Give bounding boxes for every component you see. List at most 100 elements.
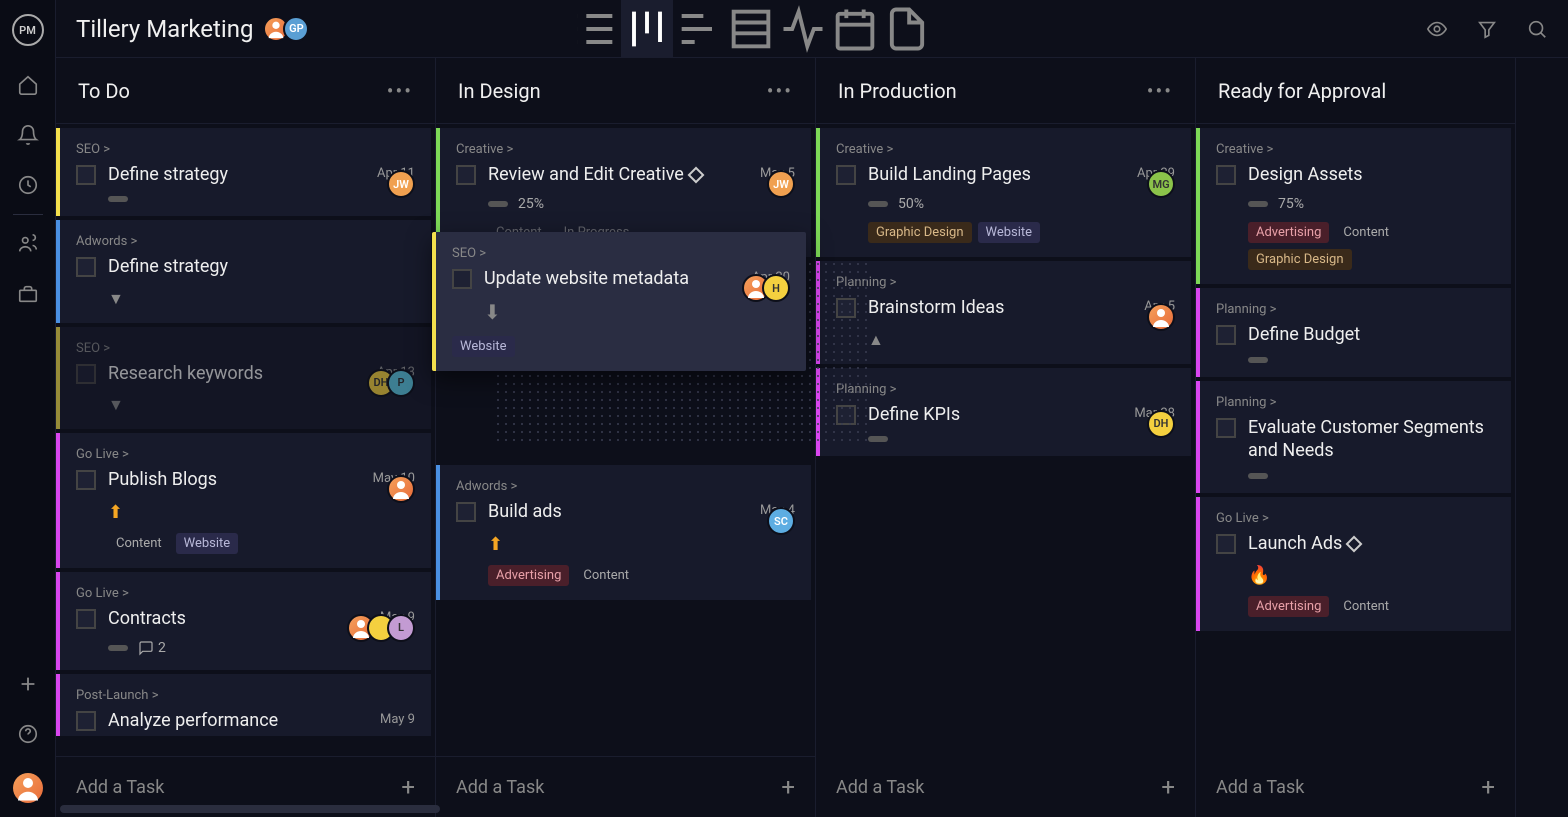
task-title[interactable]: Evaluate Customer Segments and Needs — [1248, 416, 1495, 463]
task-title[interactable]: Brainstorm Ideas — [868, 296, 1132, 319]
task-checkbox[interactable] — [456, 165, 476, 185]
task-checkbox[interactable] — [1216, 325, 1236, 345]
list-view-button[interactable] — [569, 0, 621, 58]
card-breadcrumb[interactable]: SEO > — [76, 341, 415, 356]
tag[interactable]: Graphic Design — [868, 222, 972, 243]
task-checkbox[interactable] — [456, 502, 476, 522]
people-icon[interactable] — [17, 233, 39, 255]
task-card[interactable]: Planning > Evaluate Customer Segments and… — [1196, 381, 1511, 493]
task-checkbox[interactable] — [836, 165, 856, 185]
tag[interactable]: Advertising — [1248, 222, 1329, 243]
task-card[interactable]: Adwords >Build adsMay 4SC⬆AdvertisingCon… — [436, 465, 811, 599]
card-breadcrumb[interactable]: Planning > — [836, 275, 1175, 290]
task-title[interactable]: Launch Ads — [1248, 532, 1495, 555]
card-breadcrumb[interactable]: Go Live > — [1216, 511, 1495, 526]
tag[interactable]: Website — [978, 222, 1041, 243]
task-title[interactable]: Publish Blogs — [108, 468, 361, 491]
add-task-button[interactable]: Add a Task+ — [816, 757, 1195, 817]
task-title[interactable]: Define strategy — [108, 255, 415, 278]
add-task-button[interactable]: Add a Task+ — [436, 756, 815, 817]
task-title[interactable]: Build ads — [488, 500, 748, 523]
task-checkbox[interactable] — [1216, 165, 1236, 185]
task-card[interactable]: SEO >Define strategyApr 11JW — [56, 128, 431, 216]
horizontal-scrollbar[interactable] — [60, 805, 440, 813]
column-menu-icon[interactable]: ••• — [767, 79, 793, 103]
tag[interactable]: Content — [108, 533, 170, 554]
task-title[interactable]: Define strategy — [108, 163, 365, 186]
task-title[interactable]: Build Landing Pages — [868, 163, 1125, 186]
user-avatar[interactable] — [13, 773, 43, 803]
app-logo[interactable]: PM — [12, 14, 44, 46]
card-breadcrumb[interactable]: Go Live > — [76, 586, 415, 601]
card-breadcrumb[interactable]: Creative > — [456, 142, 795, 157]
column-menu-icon[interactable]: ••• — [387, 79, 413, 103]
eye-icon[interactable] — [1426, 18, 1448, 40]
task-title[interactable]: Design Assets — [1248, 163, 1495, 186]
tag[interactable]: Website — [452, 336, 515, 357]
briefcase-icon[interactable] — [17, 283, 39, 305]
task-card[interactable]: Go Live >Publish BlogsMay 10⬆ContentWebs… — [56, 433, 431, 567]
column-menu-icon[interactable]: ••• — [1147, 79, 1173, 103]
task-title[interactable]: Contracts — [108, 607, 368, 630]
task-checkbox[interactable] — [1216, 534, 1236, 554]
card-breadcrumb[interactable]: Post-Launch > — [76, 688, 415, 703]
task-card[interactable]: SEO >Research keywordsApr 13DHP▼ — [56, 327, 431, 429]
task-title[interactable]: Update website metadata — [484, 267, 740, 290]
clock-icon[interactable] — [17, 174, 39, 196]
task-card[interactable]: Adwords >Define strategy▼ — [56, 220, 431, 322]
files-view-button[interactable] — [881, 0, 933, 58]
task-checkbox[interactable] — [76, 257, 96, 277]
assignee-avatar[interactable]: JW — [767, 170, 795, 198]
assignee-avatar[interactable]: P — [387, 369, 415, 397]
task-card[interactable]: Creative >Design Assets75%AdvertisingCon… — [1196, 128, 1511, 284]
member-avatar[interactable]: GP — [283, 16, 309, 42]
task-card[interactable]: Planning > Define Budget — [1196, 288, 1511, 376]
card-breadcrumb[interactable]: SEO > — [76, 142, 415, 157]
assignee-avatar[interactable]: DH — [1147, 410, 1175, 438]
task-checkbox[interactable] — [452, 269, 472, 289]
tag[interactable]: Graphic Design — [1248, 249, 1352, 270]
project-title[interactable]: Tillery Marketing — [76, 15, 253, 43]
card-breadcrumb[interactable]: Creative > — [1216, 142, 1495, 157]
home-icon[interactable] — [17, 74, 39, 96]
task-title[interactable]: Review and Edit Creative — [488, 163, 748, 186]
assignee-avatar[interactable] — [387, 475, 415, 503]
assignee-avatar[interactable] — [1147, 303, 1175, 331]
project-members[interactable]: GP — [269, 16, 309, 42]
assignee-avatar[interactable]: L — [387, 614, 415, 642]
task-card[interactable]: Post-Launch >Analyze performanceMay 9 — [56, 674, 431, 736]
card-breadcrumb[interactable]: Planning > — [1216, 395, 1495, 410]
dragging-card[interactable]: SEO > Update website metadata Apr 20 ⬇ H… — [432, 232, 806, 371]
assignee-avatar[interactable]: SC — [767, 507, 795, 535]
gantt-view-button[interactable] — [673, 0, 725, 58]
task-title[interactable]: Define KPIs — [868, 403, 1122, 426]
activity-view-button[interactable] — [777, 0, 829, 58]
task-checkbox[interactable] — [76, 711, 96, 731]
assignee-avatar[interactable]: MG — [1147, 170, 1175, 198]
search-icon[interactable] — [1526, 18, 1548, 40]
task-title[interactable]: Define Budget — [1248, 323, 1495, 346]
card-breadcrumb[interactable]: Planning > — [1216, 302, 1495, 317]
filter-icon[interactable] — [1476, 18, 1498, 40]
add-task-button[interactable]: Add a Task+ — [1196, 757, 1515, 817]
tag[interactable]: Website — [176, 533, 239, 554]
task-title[interactable]: Analyze performance — [108, 709, 368, 732]
card-breadcrumb[interactable]: Go Live > — [76, 447, 415, 462]
task-card[interactable]: Go Live >ContractsMay 9L 2 — [56, 572, 431, 670]
task-checkbox[interactable] — [76, 470, 96, 490]
card-breadcrumb[interactable]: Creative > — [836, 142, 1175, 157]
calendar-view-button[interactable] — [829, 0, 881, 58]
task-checkbox[interactable] — [76, 165, 96, 185]
tag[interactable]: Advertising — [1248, 596, 1329, 617]
tag[interactable]: Content — [575, 565, 637, 586]
add-icon[interactable] — [17, 673, 39, 695]
task-card[interactable]: Planning >Brainstorm IdeasApr 5▲ — [816, 261, 1191, 363]
task-checkbox[interactable] — [1216, 418, 1236, 438]
task-card[interactable]: Creative >Build Landing PagesApr 29MG50%… — [816, 128, 1191, 257]
assignee-avatar[interactable]: JW — [387, 170, 415, 198]
comments-count[interactable]: 2 — [138, 640, 166, 656]
task-checkbox[interactable] — [76, 609, 96, 629]
bell-icon[interactable] — [17, 124, 39, 146]
task-title[interactable]: Research keywords — [108, 362, 365, 385]
task-checkbox[interactable] — [76, 364, 96, 384]
